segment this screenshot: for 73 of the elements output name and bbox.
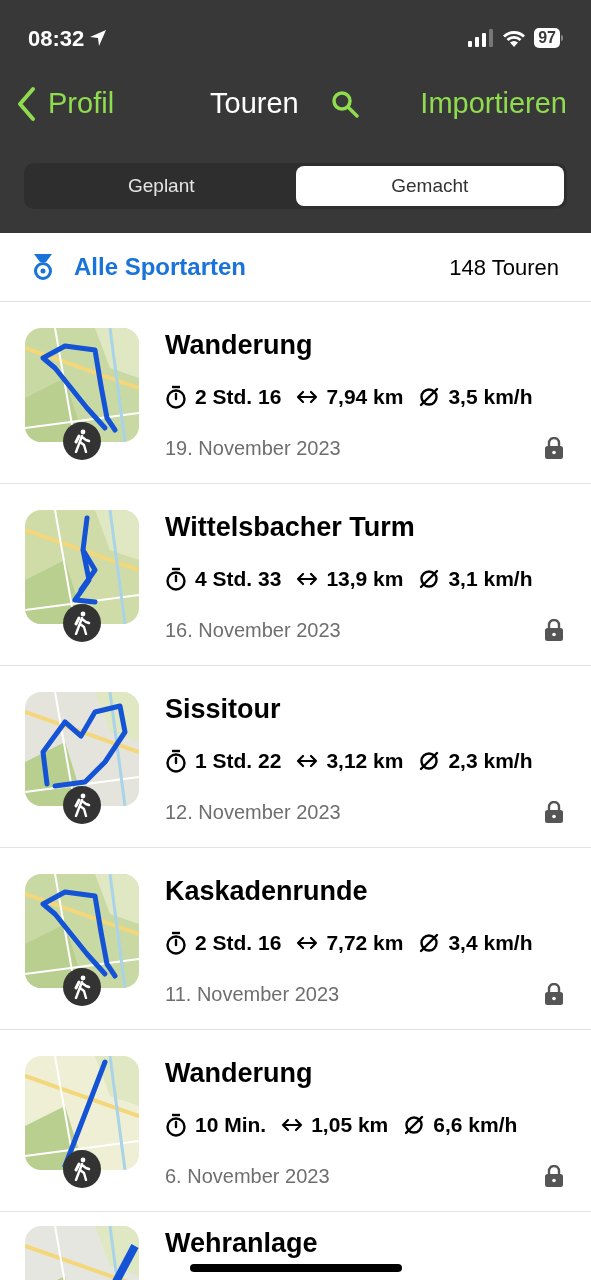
hiking-badge-icon [63,968,101,1006]
tour-stat: 6,6 km/h [433,1112,518,1138]
chevron-left-icon [16,86,36,122]
tour-stat: 3,1 km/h [448,566,533,592]
tour-stat: 13,9 km [326,566,404,592]
left-right-arrow-icon [281,1117,304,1132]
tour-date: 16. November 2023 [165,617,341,643]
diameter-icon [418,567,441,590]
tour-stat: 1,05 km [311,1112,389,1138]
stopwatch-icon [165,384,187,409]
segment-tab[interactable]: Geplant [27,166,296,206]
tour-row[interactable]: Wanderung 2 Std. 16 7,94 km 3,5 km/h 19. November 2023 [0,302,591,484]
hiking-badge-icon [63,786,101,824]
left-right-arrow-icon [296,935,319,950]
search-icon [330,90,359,118]
hiking-badge-icon [63,1150,101,1188]
diameter-icon [418,385,441,408]
stopwatch-icon [165,748,187,773]
tour-date: 19. November 2023 [165,435,341,461]
tour-row[interactable]: Wanderung 10 Min. 1,05 km 6,6 km/h 6. November 2023 [0,1030,591,1212]
location-arrow-icon [88,28,109,48]
stopwatch-icon [165,930,187,955]
clock: 08:32 [28,24,85,53]
back-button[interactable]: Profil [16,82,115,126]
left-right-arrow-icon [296,753,319,768]
tour-stat: 3,12 km [326,748,404,774]
lock-icon [545,436,563,459]
tour-title: Kaskadenrunde [165,875,369,908]
search-button[interactable] [330,90,359,118]
tour-stat: 3,5 km/h [448,384,533,410]
tour-title: Wittelsbacher Turm [165,511,416,544]
import-button[interactable]: Importieren [420,82,575,126]
tour-title: Sissitour [165,693,282,726]
tour-count: 148 Touren [449,253,559,282]
lock-icon [545,1164,563,1187]
lock-icon [545,800,563,823]
tour-stat: 7,72 km [326,930,404,956]
screen-title: Touren [210,86,299,122]
tour-stat: 2 Std. 16 [195,384,282,410]
lock-icon [545,618,563,641]
sport-filter-button[interactable]: Alle Sportarten [32,249,247,285]
diameter-icon [403,1113,426,1136]
diameter-icon [418,749,441,772]
tour-stat: 10 Min. [195,1112,267,1138]
tour-stat: 2 Std. 16 [195,930,282,956]
tour-row[interactable]: Kaskadenrunde 2 Std. 16 7,72 km 3,4 km/h 11. November 2023 [0,848,591,1030]
tour-title: Wehranlage [165,1227,319,1260]
lock-icon [545,982,563,1005]
tour-stat: 1 Std. 22 [195,748,282,774]
tour-stat: 4 Std. 33 [195,566,282,592]
tour-date: 12. November 2023 [165,799,341,825]
medal-icon [32,253,54,281]
tour-row[interactable]: Sissitour 1 Std. 22 3,12 km 2,3 km/h 12. November 2023 [0,666,591,848]
tour-date: 6. November 2023 [165,1163,330,1189]
tour-stat: 7,94 km [326,384,404,410]
left-right-arrow-icon [296,389,319,404]
hiking-badge-icon [63,604,101,642]
tour-row[interactable]: Wehranlage [0,1212,591,1280]
segment-tab[interactable]: Gemacht [295,166,564,206]
tour-stat: 2,3 km/h [448,748,533,774]
tour-title: Wanderung [165,329,314,362]
wifi-icon [502,29,527,47]
tour-date: 11. November 2023 [165,981,340,1007]
stopwatch-icon [165,1112,187,1137]
tour-row[interactable]: Wittelsbacher Turm 4 Std. 33 13,9 km 3,1 km/h 16. November 2023 [0,484,591,666]
left-right-arrow-icon [296,571,319,586]
signal-icon [468,29,495,47]
tour-title: Wanderung [165,1057,314,1090]
battery-icon: 97 [534,28,563,48]
tour-stat: 3,4 km/h [448,930,533,956]
diameter-icon [418,931,441,954]
stopwatch-icon [165,566,187,591]
hiking-badge-icon [63,422,101,460]
